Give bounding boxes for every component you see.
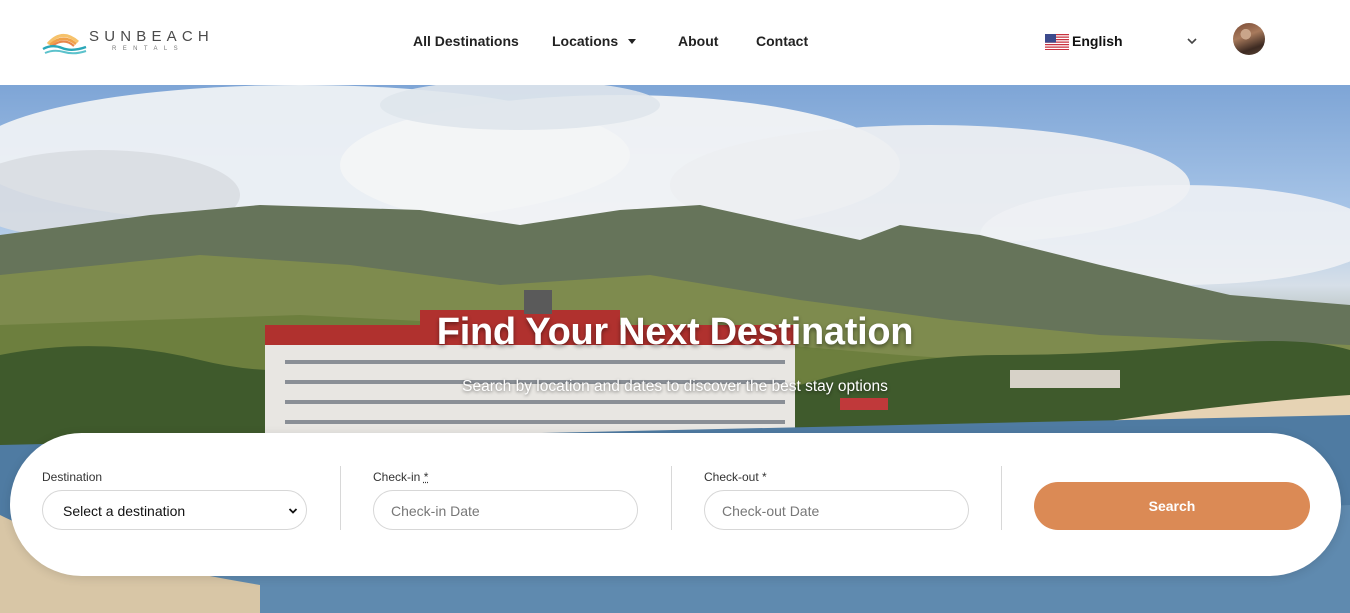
us-flag-icon xyxy=(1045,34,1069,50)
field-divider xyxy=(340,466,341,530)
nav-contact[interactable]: Contact xyxy=(756,33,808,49)
language-selector[interactable]: English xyxy=(1045,32,1205,52)
hero-title: Find Your Next Destination xyxy=(436,311,914,353)
hero-section: Find Your Next Destination Search by loc… xyxy=(0,85,1350,613)
checkout-date-input[interactable]: Check-out Date xyxy=(704,490,969,530)
search-button[interactable]: Search xyxy=(1034,482,1310,530)
sun-wave-logo-icon xyxy=(42,34,87,55)
checkout-placeholder: Check-out Date xyxy=(722,503,820,519)
field-divider xyxy=(671,466,672,530)
nav-locations-label: Locations xyxy=(552,33,619,49)
checkout-label-text: Check-out xyxy=(704,470,759,484)
checkin-label: Check-in * xyxy=(373,470,428,484)
search-form: Destination Select a destination Check-i… xyxy=(10,433,1341,576)
site-logo[interactable]: SUNBEACH RENTALS xyxy=(42,26,232,60)
nav-locations[interactable]: Locations xyxy=(552,33,637,49)
checkin-label-text: Check-in xyxy=(373,470,421,484)
chevron-down-icon xyxy=(288,508,298,514)
required-mark: * xyxy=(423,470,429,484)
checkin-placeholder: Check-in Date xyxy=(391,503,480,519)
nav-about[interactable]: About xyxy=(678,33,718,49)
logo-tagline: RENTALS xyxy=(112,46,185,52)
nav-all-destinations[interactable]: All Destinations xyxy=(413,33,519,49)
destination-select[interactable]: Select a destination xyxy=(42,490,307,530)
checkout-label: Check-out * xyxy=(704,470,767,484)
user-avatar[interactable] xyxy=(1233,23,1265,55)
destination-label: Destination xyxy=(42,470,103,484)
site-header: SUNBEACH RENTALS All Destinations Locati… xyxy=(0,0,1350,85)
field-divider xyxy=(1001,466,1002,530)
destination-select-value: Select a destination xyxy=(63,503,186,519)
caret-down-icon xyxy=(628,38,637,44)
required-mark: * xyxy=(762,470,767,484)
checkin-date-input[interactable]: Check-in Date xyxy=(373,490,638,530)
logo-wordmark: SUNBEACH xyxy=(89,28,214,45)
hero-subtitle: Search by location and dates to discover… xyxy=(462,378,888,395)
chevron-down-icon xyxy=(1187,38,1197,45)
language-label: English xyxy=(1072,33,1123,49)
